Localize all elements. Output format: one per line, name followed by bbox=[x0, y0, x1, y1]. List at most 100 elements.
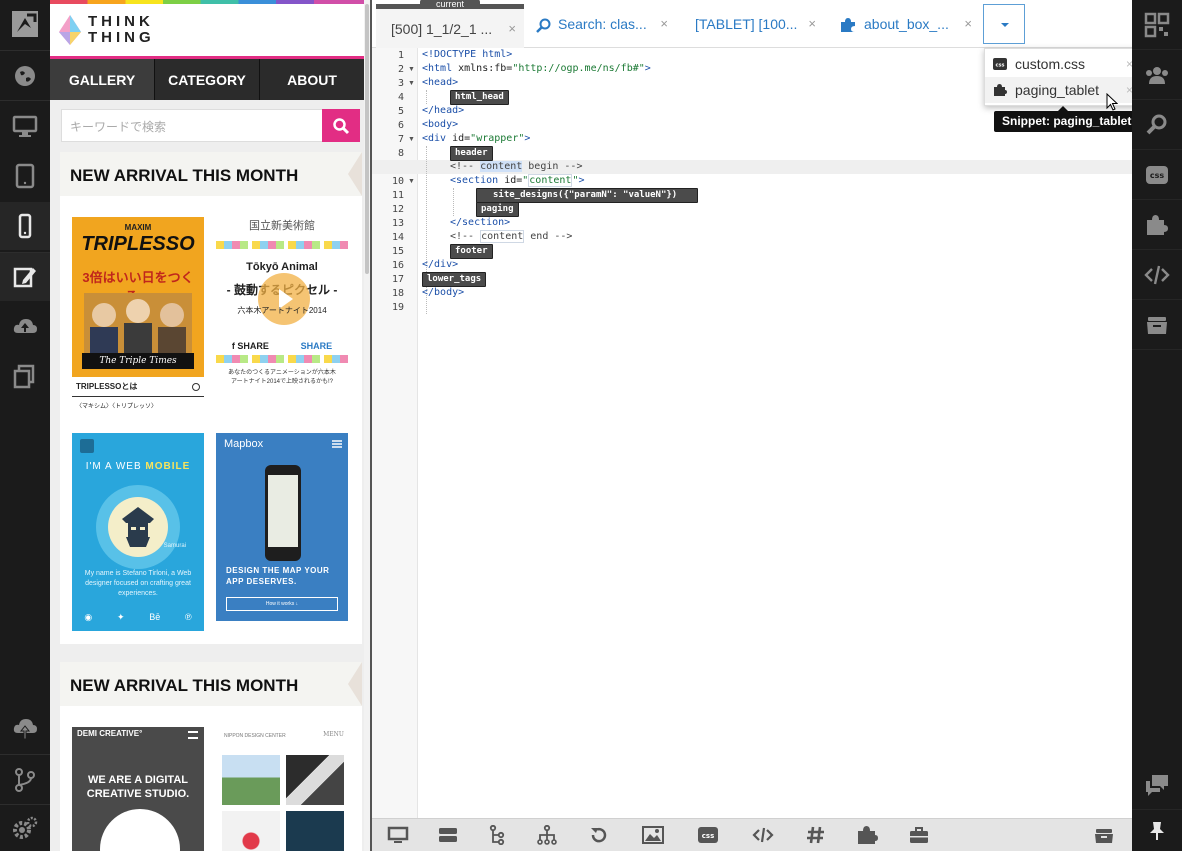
tab-overflow-dropdown-button[interactable] bbox=[983, 4, 1025, 44]
dribbble-icon[interactable]: ◉ bbox=[84, 612, 92, 623]
twitter-share-button[interactable]: SHARE bbox=[301, 341, 333, 351]
hamburger-icon[interactable] bbox=[188, 731, 198, 739]
sitemap-button[interactable] bbox=[533, 823, 561, 847]
edit-icon[interactable] bbox=[0, 253, 50, 301]
behance-icon[interactable]: Bē bbox=[149, 612, 160, 623]
twitter-icon[interactable]: ✦ bbox=[117, 612, 125, 623]
history-button[interactable] bbox=[585, 823, 613, 847]
snippet-widget-footer[interactable]: footer bbox=[450, 244, 493, 259]
code-area[interactable]: <!DOCTYPE html> <html xmlns:fb="http://o… bbox=[372, 48, 1132, 818]
snippets-panel-button[interactable] bbox=[1132, 200, 1182, 250]
nippon-menu[interactable]: MENU bbox=[323, 731, 344, 738]
upload-cloud-icon[interactable] bbox=[0, 302, 50, 350]
nav-about[interactable]: ABOUT bbox=[260, 59, 364, 100]
qr-code-button[interactable] bbox=[1132, 0, 1182, 50]
mapbox-how-it-works-button[interactable]: How it works ↓ bbox=[226, 597, 338, 611]
toolbox-button[interactable] bbox=[905, 823, 933, 847]
tokyo-description: あなたのつくるアニメーションが六本木アートナイト2014で上映されるかも!? bbox=[228, 370, 336, 385]
snippet-widget-header[interactable]: header bbox=[450, 146, 493, 161]
line-number: 6 bbox=[397, 120, 404, 131]
site-search-button[interactable] bbox=[322, 109, 360, 142]
image-button[interactable] bbox=[639, 823, 667, 847]
code-button[interactable] bbox=[749, 823, 777, 847]
copy-icon[interactable] bbox=[0, 352, 50, 400]
branch-icon[interactable] bbox=[0, 756, 50, 804]
fold-toggle-icon[interactable]: ▼ bbox=[408, 175, 415, 189]
tokyo-animal-thumbnail[interactable]: 国立新美術館 Tōkyō Animal - 鼓動するピクセル - 六本木アートナ… bbox=[216, 217, 348, 415]
triplesso-link-1[interactable]: TRIPLESSOとは bbox=[72, 377, 204, 397]
close-icon[interactable]: × bbox=[508, 9, 516, 49]
facebook-share-button[interactable]: f SHARE bbox=[232, 341, 269, 351]
site-logo-text[interactable]: THINK THING bbox=[88, 14, 155, 46]
hash-button[interactable] bbox=[802, 823, 830, 847]
line-number: 2 bbox=[397, 64, 404, 75]
tablet-preview-icon[interactable] bbox=[0, 152, 50, 200]
code-line-15: footer bbox=[450, 244, 493, 259]
tab-search[interactable]: Search: clas... × bbox=[532, 4, 676, 48]
nav-gallery[interactable]: GALLERY bbox=[50, 59, 155, 100]
think-thing-logo-icon[interactable] bbox=[58, 14, 82, 46]
snippet-widget-site-designs[interactable]: site_designs({"paramN": "valueN"}) bbox=[476, 188, 698, 203]
snippet-widget-lower-tags[interactable]: lower_tags bbox=[422, 272, 487, 287]
web-mobile-thumbnail[interactable]: I'M A WEB MOBILE Samurai My name is Stef… bbox=[72, 433, 204, 631]
chat-button[interactable] bbox=[1132, 760, 1182, 810]
code-token: </body> bbox=[422, 287, 465, 298]
play-icon[interactable] bbox=[258, 273, 310, 325]
preview-scrollbar[interactable] bbox=[364, 0, 372, 851]
hamburger-icon[interactable] bbox=[332, 440, 342, 448]
indent-guide bbox=[426, 90, 427, 104]
globe-icon[interactable] bbox=[0, 52, 50, 100]
fold-toggle-icon[interactable]: ▼ bbox=[408, 133, 415, 147]
mobile-preview-icon[interactable] bbox=[0, 202, 50, 250]
fold-toggle-icon[interactable]: ▼ bbox=[408, 63, 415, 77]
menu-item-custom-css[interactable]: css custom.css × bbox=[985, 51, 1141, 77]
nippon-design-thumbnail[interactable]: NIPPON DESIGN CENTER MENU bbox=[216, 727, 348, 851]
search-button[interactable] bbox=[1132, 100, 1182, 150]
code-token: <div bbox=[422, 133, 453, 144]
tab-about-box[interactable]: about_box_... × bbox=[836, 4, 980, 48]
archive-button[interactable] bbox=[1090, 823, 1118, 847]
snippet-widget-html-head[interactable]: html_head bbox=[450, 90, 509, 105]
mapbox-thumbnail[interactable]: Mapbox DESIGN THE MAP YOUR APP DESERVES.… bbox=[216, 433, 348, 621]
demi-creative-thumbnail[interactable]: DEMI CREATIVE° WE ARE A DIGITAL CREATIVE… bbox=[72, 727, 204, 851]
close-icon[interactable]: × bbox=[660, 4, 668, 44]
close-icon[interactable]: × bbox=[808, 4, 816, 44]
mobile-headline: I'M A WEB MOBILE bbox=[72, 461, 204, 472]
code-token: begin --> bbox=[522, 161, 583, 172]
pinterest-icon[interactable]: ℗ bbox=[185, 612, 192, 623]
app-logo-icon[interactable] bbox=[0, 0, 50, 48]
css-button[interactable]: css bbox=[694, 823, 722, 847]
menu-icon[interactable] bbox=[80, 439, 94, 453]
code-line-17: lower_tags bbox=[422, 272, 487, 287]
nav-category[interactable]: CATEGORY bbox=[155, 59, 260, 100]
pin-button[interactable] bbox=[1132, 806, 1182, 851]
code-token: <body> bbox=[422, 119, 459, 130]
code-token: "wrapper" bbox=[470, 133, 525, 144]
desktop-view-button[interactable] bbox=[384, 823, 412, 847]
snippet-button[interactable] bbox=[853, 823, 881, 847]
tree-button[interactable] bbox=[484, 823, 512, 847]
code-token: <!-- bbox=[450, 161, 481, 172]
site-search-input[interactable]: キーワードで検索 bbox=[61, 109, 333, 142]
triplesso-link-2[interactable]: 〈マキシム〉〈トリプレッソ〉 bbox=[72, 399, 204, 415]
css-panel-button[interactable]: css bbox=[1132, 150, 1182, 200]
users-button[interactable] bbox=[1132, 50, 1182, 100]
settings-gear-icon[interactable] bbox=[0, 804, 50, 851]
line-number: 12 bbox=[391, 204, 404, 215]
three-men-illustration bbox=[84, 293, 192, 355]
deploy-cloud-icon[interactable] bbox=[0, 704, 50, 752]
tab-tablet[interactable]: [TABLET] [100... × bbox=[688, 4, 824, 48]
archive-panel-button[interactable] bbox=[1132, 300, 1182, 350]
desktop-preview-icon[interactable] bbox=[0, 102, 50, 150]
snippet-widget-paging[interactable]: paging bbox=[476, 202, 519, 217]
close-icon[interactable]: × bbox=[964, 4, 972, 44]
scrollbar-thumb[interactable] bbox=[365, 4, 369, 274]
logo-line-2: THING bbox=[88, 29, 155, 46]
tab-current[interactable]: current [500] 1_1/2_1 ... × bbox=[376, 0, 524, 49]
fold-toggle-icon[interactable]: ▼ bbox=[408, 77, 415, 91]
layout-button[interactable] bbox=[434, 823, 462, 847]
chat-bubbles-icon bbox=[1146, 774, 1168, 796]
archive-box-icon bbox=[1147, 316, 1167, 334]
triplesso-thumbnail[interactable]: MAXIM TRIPLESSO 3倍はいい日をつくる。 The Triple T… bbox=[72, 217, 204, 377]
code-panel-button[interactable] bbox=[1132, 250, 1182, 300]
